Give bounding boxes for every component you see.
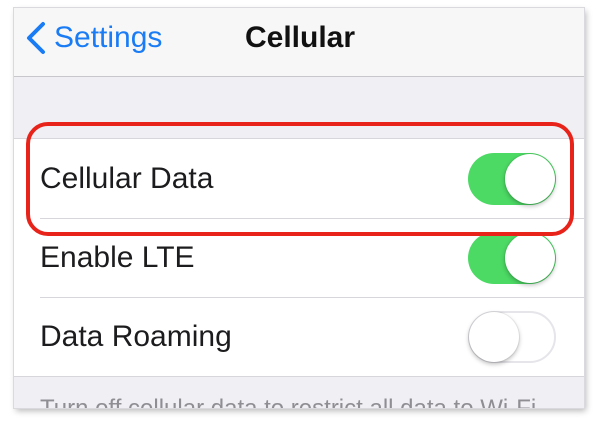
enable-lte-toggle[interactable] — [468, 231, 556, 284]
cellular-data-label: Cellular Data — [40, 161, 214, 195]
toggle-knob — [505, 153, 555, 204]
data-roaming-toggle[interactable] — [468, 310, 556, 363]
data-roaming-label: Data Roaming — [40, 319, 232, 353]
footer-note: Turn off cellular data to restrict all d… — [40, 394, 536, 408]
settings-screen: Settings Cellular Cellular Data Enable L… — [14, 8, 584, 408]
toggle-knob — [505, 232, 555, 283]
page-title-text: Cellular — [244, 21, 356, 54]
row-data-roaming: Data Roaming — [14, 297, 584, 376]
toggle-knob — [469, 311, 519, 362]
row-enable-lte: Enable LTE — [14, 218, 584, 297]
row-cellular-data: Cellular Data — [14, 139, 584, 218]
page-title: Cellular — [14, 18, 584, 58]
cellular-settings-group: Cellular Data Enable LTE Data Roaming — [14, 138, 584, 377]
enable-lte-label: Enable LTE — [40, 240, 195, 274]
cellular-data-toggle[interactable] — [468, 152, 556, 205]
navigation-bar: Settings Cellular — [14, 8, 584, 77]
